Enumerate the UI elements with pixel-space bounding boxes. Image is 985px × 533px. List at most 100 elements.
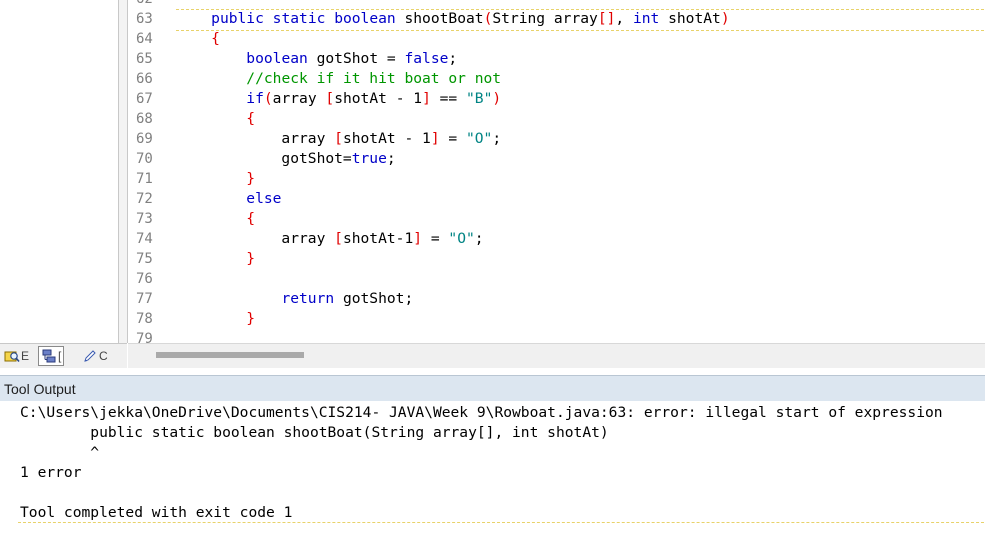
line-number: 66 bbox=[136, 71, 153, 87]
code-line: else bbox=[176, 189, 281, 209]
line-number: 78 bbox=[136, 311, 153, 327]
panel-tab-edit[interactable]: C bbox=[82, 347, 108, 365]
code-line: array [shotAt - 1] = "O"; bbox=[176, 129, 501, 149]
code-token: ; bbox=[448, 50, 458, 67]
search-class-icon bbox=[4, 351, 20, 363]
tool-output-panel[interactable]: C:\Users\jekka\OneDrive\Documents\CIS214… bbox=[0, 401, 985, 533]
code-line: public static boolean shootBoat(String a… bbox=[176, 9, 730, 29]
line-number: 71 bbox=[136, 171, 153, 187]
code-token: return bbox=[281, 290, 335, 307]
code-token: shootBoat bbox=[395, 10, 484, 27]
line-number: 75 bbox=[136, 251, 153, 267]
code-token: ; bbox=[474, 230, 484, 247]
code-line: } bbox=[176, 169, 255, 189]
code-line: boolean gotShot = false; bbox=[176, 49, 457, 69]
pencil-icon bbox=[84, 350, 96, 362]
code-token: public bbox=[211, 10, 264, 27]
code-token: false bbox=[404, 50, 449, 67]
line-number: 73 bbox=[136, 211, 153, 227]
code-token: static bbox=[272, 10, 326, 27]
code-token: gotShot = bbox=[307, 50, 405, 67]
code-token: = bbox=[422, 230, 449, 247]
code-token: { bbox=[246, 210, 256, 227]
code-token: ] bbox=[430, 130, 440, 147]
code-line: array [shotAt-1] = "O"; bbox=[176, 229, 484, 249]
line-number-gutter: 626364656667686970717273747576777879 bbox=[128, 0, 174, 347]
panel-tab-label: E bbox=[21, 349, 30, 363]
code-token: } bbox=[246, 250, 256, 267]
code-token: shotAt - 1 bbox=[334, 90, 423, 107]
code-token: String array bbox=[492, 10, 598, 27]
scrollbar-thumb[interactable] bbox=[156, 352, 304, 358]
panel-splitter[interactable] bbox=[119, 0, 128, 343]
panel-tab-explorer[interactable]: E bbox=[4, 347, 29, 365]
output-line: C:\Users\jekka\OneDrive\Documents\CIS214… bbox=[20, 404, 943, 421]
output-line: ^ bbox=[20, 444, 100, 461]
code-token: shotAt - 1 bbox=[342, 130, 431, 147]
line-number: 68 bbox=[136, 111, 153, 127]
panel-tab-label: [ bbox=[58, 349, 62, 363]
line-number: 74 bbox=[136, 231, 153, 247]
class-tree-icon bbox=[42, 349, 56, 363]
code-line: { bbox=[176, 209, 255, 229]
code-line: } bbox=[176, 249, 255, 269]
code-token: ) bbox=[492, 90, 502, 107]
line-number: 63 bbox=[136, 11, 153, 27]
code-token: else bbox=[246, 190, 282, 207]
horizontal-scrollbar[interactable] bbox=[128, 343, 985, 368]
code-token: [ bbox=[325, 90, 335, 107]
line-number: 64 bbox=[136, 31, 153, 47]
tool-output-header: Tool Output bbox=[0, 375, 985, 402]
panel-tab-classes[interactable]: [ bbox=[38, 346, 65, 366]
code-token: shotAt bbox=[659, 10, 721, 27]
code-token: shotAt-1 bbox=[342, 230, 414, 247]
code-token: if bbox=[246, 90, 264, 107]
code-token: gotShot= bbox=[176, 150, 352, 167]
output-current-line-highlight bbox=[18, 522, 984, 523]
code-token: [ bbox=[334, 130, 343, 147]
tool-output-title: Tool Output bbox=[4, 381, 76, 397]
code-token: ) bbox=[720, 10, 730, 27]
code-token: array bbox=[176, 230, 335, 247]
class-browser-panel[interactable] bbox=[0, 0, 119, 343]
code-line: { bbox=[176, 109, 255, 129]
code-token: { bbox=[211, 30, 220, 47]
code-token: boolean bbox=[246, 50, 308, 67]
code-token: ; bbox=[386, 150, 396, 167]
line-number: 67 bbox=[136, 91, 153, 107]
code-token: array bbox=[176, 130, 335, 147]
code-line: return gotShot; bbox=[176, 289, 413, 309]
code-token: gotShot; bbox=[334, 290, 414, 307]
code-token: ; bbox=[492, 130, 502, 147]
line-number: 62 bbox=[136, 0, 166, 9]
code-token: { bbox=[246, 110, 256, 127]
line-number: 70 bbox=[136, 151, 153, 167]
line-number: 69 bbox=[136, 131, 153, 147]
code-token: [ bbox=[334, 230, 343, 247]
code-line: //check if it hit boat or not bbox=[176, 69, 501, 89]
panel-tab-label: C bbox=[99, 349, 108, 363]
code-token: //check if it hit boat or not bbox=[246, 70, 502, 87]
line-number: 76 bbox=[136, 271, 153, 287]
code-token: , bbox=[615, 10, 633, 27]
code-token: "O" bbox=[465, 130, 493, 147]
code-line: } bbox=[176, 309, 255, 329]
code-line: { bbox=[176, 29, 220, 49]
line-number: 72 bbox=[136, 191, 153, 207]
code-token: "O" bbox=[448, 230, 475, 247]
code-token: } bbox=[246, 170, 256, 187]
code-editor[interactable]: public static boolean shootBoat (String a… bbox=[174, 0, 985, 343]
code-token: ] bbox=[422, 90, 431, 107]
